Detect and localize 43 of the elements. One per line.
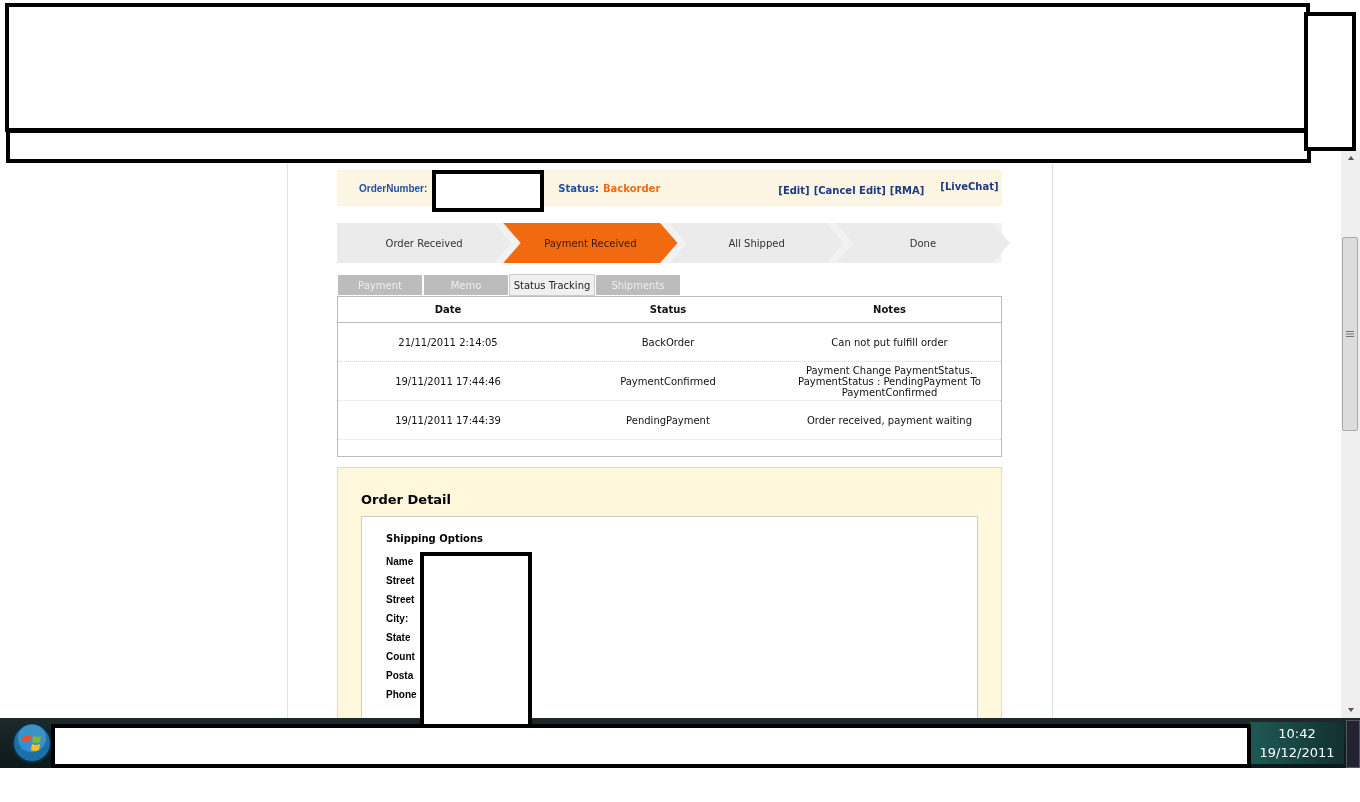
progress-step: Done [835,223,1010,263]
live-chat-link[interactable]: [LiveChat] [940,181,999,192]
table-cell-text: 19/11/2011 17:44:39 [394,414,502,426]
column-header: Status [648,304,688,315]
clock-time: 10:42 [1278,725,1316,743]
table-cell-text: Order received, payment waiting [805,414,973,426]
scroll-thumb[interactable] [1342,237,1358,431]
status-label: Status: [558,182,599,194]
table-cell-text: PaymentConfirmed [619,375,717,387]
field-label: Street [386,594,415,607]
tab[interactable]: Status Tracking [509,274,595,296]
column-header: Date [433,304,463,315]
table-cell-text: Payment Change PaymentStatus. PaymentStatus : PendingPayment To PaymentConfirmed [797,364,982,398]
field-label: State [386,632,411,645]
grip-icon [1346,330,1354,338]
order-number-label: OrderNumber: [359,182,428,194]
field-label: City: [386,613,409,626]
taskbar-clock[interactable]: 10:42 19/12/2011 [1250,722,1344,764]
progress-step: Payment Received [503,223,678,263]
scrollbar[interactable] [1341,150,1360,718]
status-value: Backorder [602,182,661,194]
field-label: Posta [386,670,414,683]
field-label: Name [386,556,414,569]
table-cell-text: PendingPayment [625,414,711,426]
progress-step: All Shipped [669,223,844,263]
field-label: Count [386,651,415,664]
table-cell-text: 21/11/2011 2:14:05 [397,336,499,348]
clock-date: 19/12/2011 [1259,744,1335,762]
table-cell-text: Can not put fulfill order [830,336,949,348]
subsection-title: Shipping Options [386,533,485,544]
header-link[interactable]: [Cancel Edit] [813,185,886,196]
table-cell-text: 19/11/2011 17:44:46 [394,375,502,387]
scroll-up-icon[interactable] [1345,154,1356,162]
column-header: Notes [872,304,907,315]
start-button-icon[interactable] [12,723,52,763]
header-link[interactable]: [RMA] [889,185,925,196]
header-link[interactable]: [Edit] [778,185,810,196]
field-label: Street [386,575,415,588]
section-title: Order Detail [361,492,453,507]
field-label: Phone [386,689,417,702]
progress-step: Order Received [337,223,512,263]
scroll-down-icon[interactable] [1345,706,1356,714]
table-cell-text: BackOrder [640,336,696,348]
